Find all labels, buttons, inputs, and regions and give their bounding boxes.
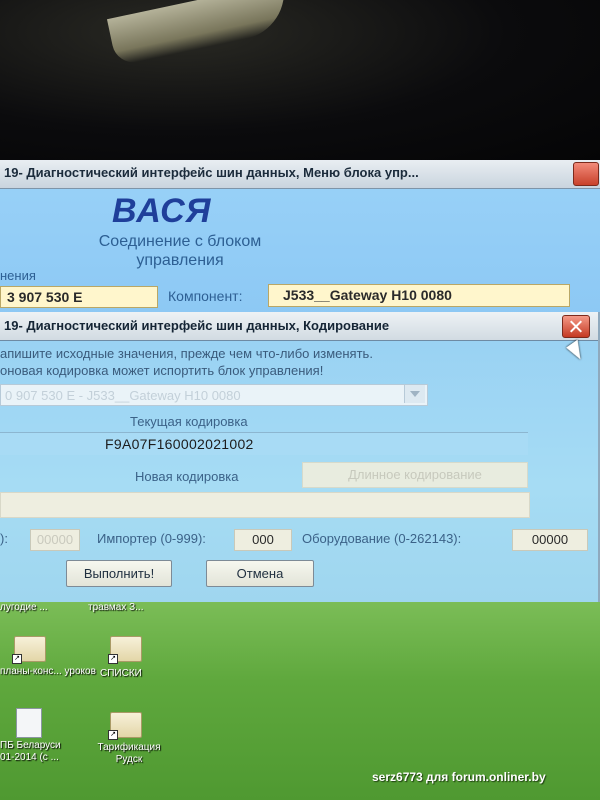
forum-watermark: serz6773 для forum.onliner.by: [372, 770, 546, 784]
monitor-bezel-area: [0, 0, 600, 160]
part-number-value: 3 907 530 E: [7, 289, 83, 305]
main-window-titlebar[interactable]: 19- Диагностический интерфейс шин данных…: [0, 160, 600, 189]
cancel-button[interactable]: Отмена: [206, 560, 314, 587]
connection-status: Соединение с блоком управления: [70, 232, 290, 270]
app-logo: ВАСЯ: [112, 192, 212, 230]
left-field-input[interactable]: 00000: [30, 529, 80, 551]
part-number-label: нения: [0, 268, 36, 283]
current-coding-value: F9A07F160002021002: [105, 436, 254, 452]
desktop-icon-label[interactable]: ПБ Беларуси: [0, 740, 61, 751]
desktop-icon-label[interactable]: Тарификация Рудск: [86, 742, 172, 766]
document-icon[interactable]: [16, 708, 42, 738]
part-number-field: 3 907 530 E: [0, 286, 158, 308]
shortcut-arrow-icon: ↗: [108, 730, 118, 740]
module-select[interactable]: 0 907 530 E - J533__Gateway H10 0080: [0, 384, 428, 406]
current-coding-label: Текущая кодировка: [130, 414, 248, 429]
importer-label: Импортер (0-999):: [97, 531, 206, 546]
light-glare: [106, 0, 294, 67]
long-coding-button[interactable]: Длинное кодирование: [302, 462, 528, 488]
new-coding-label: Новая кодировка: [135, 469, 239, 484]
connection-line-2: управления: [136, 252, 224, 269]
shortcut-arrow-icon: ↗: [12, 654, 22, 664]
chevron-down-icon[interactable]: [404, 385, 425, 403]
coding-dialog: 19- Диагностический интерфейс шин данных…: [0, 312, 600, 602]
new-coding-input[interactable]: [0, 492, 530, 518]
component-label: Компонент:: [168, 288, 243, 304]
desktop-icon-label[interactable]: СПИСКИ: [100, 668, 142, 679]
left-field-label: ):: [0, 531, 8, 546]
importer-input[interactable]: 000: [234, 529, 292, 551]
shortcut-arrow-icon: ↗: [108, 654, 118, 664]
warning-line-2: оновая кодировка может испортить блок уп…: [0, 363, 324, 378]
main-window: 19- Диагностический интерфейс шин данных…: [0, 160, 600, 320]
equipment-label: Оборудование (0-262143):: [302, 531, 462, 546]
mouse-cursor-icon: [566, 339, 588, 363]
desktop-icon-label[interactable]: лугодие ...: [0, 602, 48, 613]
coding-dialog-title: 19- Диагностический интерфейс шин данных…: [4, 318, 390, 333]
warning-line-1: апишите исходные значения, прежде чем чт…: [0, 346, 373, 361]
current-coding-field: F9A07F160002021002: [0, 432, 528, 455]
desktop-icon-label[interactable]: 01-2014 (с ...: [0, 752, 59, 763]
main-window-title: 19- Диагностический интерфейс шин данных…: [4, 165, 419, 180]
desktop-icon-label[interactable]: планы-конс... уроков: [0, 666, 96, 677]
desktop-icon-label[interactable]: травмах З...: [88, 602, 144, 613]
execute-button[interactable]: Выполнить!: [66, 560, 172, 587]
coding-dialog-titlebar[interactable]: 19- Диагностический интерфейс шин данных…: [0, 312, 598, 341]
close-icon[interactable]: [562, 315, 590, 338]
connection-line-1: Соединение с блоком: [98, 233, 262, 250]
equipment-input[interactable]: 00000: [512, 529, 588, 551]
component-value: J533__Gateway H10 0080: [283, 287, 452, 303]
component-field: J533__Gateway H10 0080: [268, 284, 570, 307]
module-select-value: 0 907 530 E - J533__Gateway H10 0080: [5, 388, 241, 403]
main-window-close-icon[interactable]: [573, 162, 599, 186]
